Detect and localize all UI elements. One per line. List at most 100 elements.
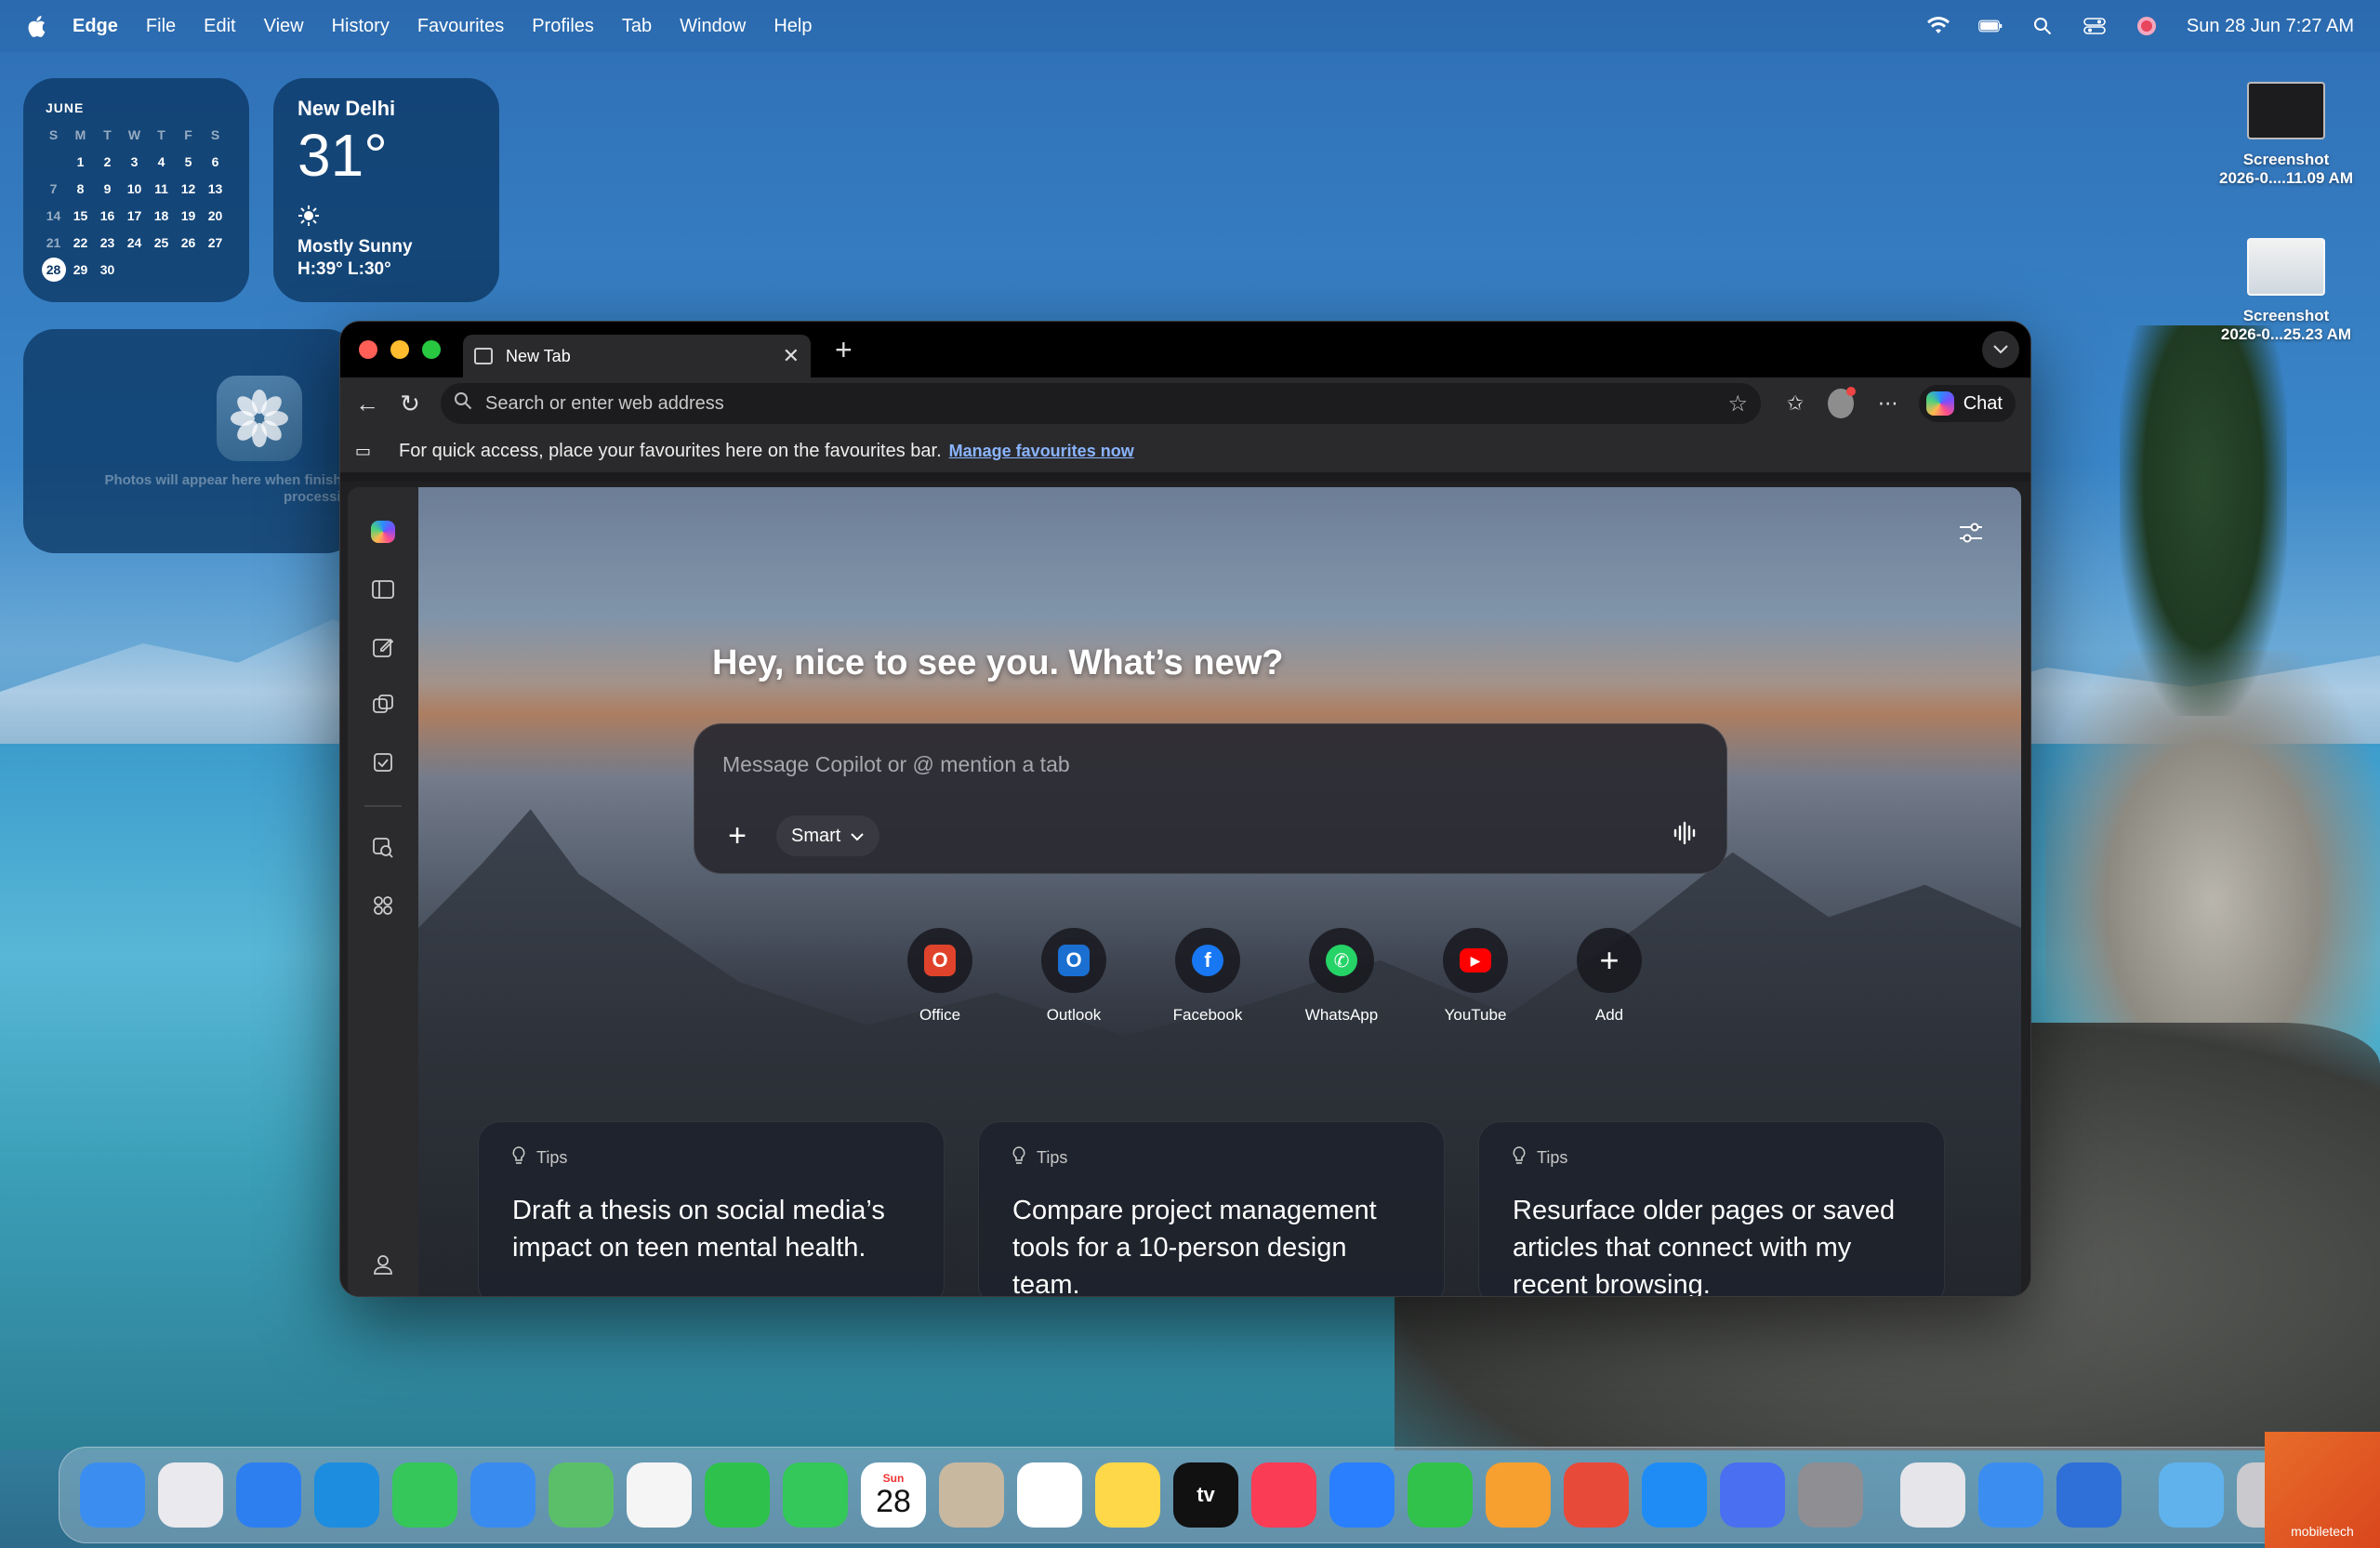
dock-preview-icon[interactable] [1900,1462,1965,1528]
more-options-icon[interactable]: ⋯ [1876,391,1900,416]
profile-avatar[interactable] [1828,387,1856,418]
menu-history[interactable]: History [332,16,390,37]
new-tab-button[interactable]: + [835,333,853,367]
add-attachment-plus-icon[interactable]: + [715,814,760,858]
back-arrow-icon[interactable]: ← [355,390,379,418]
desktop-file-screenshot-1[interactable]: Screenshot 2026-0....11.09 AM [2216,82,2356,188]
photos-widget[interactable]: Photos will appear here when finished pr… [23,329,358,553]
dock-facetime-icon[interactable] [705,1462,770,1528]
add-favourite-star-icon[interactable]: ☆ [1727,390,1748,417]
menu-view[interactable]: View [264,16,304,37]
maximize-window-button[interactable] [422,340,441,359]
quick-link-label: YouTube [1444,1006,1507,1024]
wifi-icon[interactable] [1926,16,1950,36]
dock-system-settings-icon[interactable] [1798,1462,1863,1528]
dock-reminders-icon[interactable] [1017,1462,1082,1528]
dock-music-icon[interactable] [1251,1462,1316,1528]
quick-link-whatsapp[interactable]: ✆ WhatsApp [1305,928,1378,1025]
composer-placeholder: Message Copilot or @ mention a tab [722,752,1070,776]
quick-link-facebook[interactable]: f Facebook [1173,928,1242,1025]
dock-finder-icon[interactable] [80,1462,145,1528]
tip-card[interactable]: Tips Draft a thesis on social media’s im… [478,1121,945,1296]
dock-keynote-icon[interactable] [1329,1462,1395,1528]
quick-link-add[interactable]: + Add [1577,928,1642,1025]
menu-datetime[interactable]: Sun 28 Jun 7:27 AM [2187,16,2354,37]
tab-actions-chevron-icon[interactable] [1982,331,2019,368]
quick-link-label: Outlook [1046,1006,1102,1024]
mode-selector-smart[interactable]: Smart [776,815,880,856]
dock-notes-icon[interactable] [1095,1462,1160,1528]
tip-card[interactable]: Tips Resurface older pages or saved arti… [1478,1121,1945,1296]
collections-icon[interactable] [366,688,400,721]
menu-window[interactable]: Window [680,16,746,37]
vertical-sidebar [348,487,418,1296]
account-icon[interactable] [366,1248,400,1281]
dock-apple-tv-icon[interactable]: tv [1173,1462,1238,1528]
menu-help[interactable]: Help [774,16,812,37]
quick-link-office[interactable]: O Office [907,928,972,1025]
spotlight-search-icon[interactable] [2030,16,2055,36]
menu-edit[interactable]: Edit [204,16,235,37]
dock-weather-icon[interactable] [1978,1462,2043,1528]
calendar-day [121,256,148,283]
dock-app-label: tv [1197,1483,1215,1506]
menu-tab[interactable]: Tab [622,16,652,37]
copilot-composer[interactable]: Message Copilot or @ mention a tab + Sma… [694,723,1727,874]
dock-calendar-icon[interactable]: Sun 28 [861,1462,926,1528]
dock-mail-icon[interactable] [470,1462,536,1528]
dock-launchpad-icon[interactable] [158,1462,223,1528]
dock-photos-icon[interactable] [627,1462,692,1528]
dock-contacts-icon[interactable] [939,1462,1004,1528]
calendar-day: 29 [73,261,88,277]
battery-icon[interactable] [1978,16,2003,36]
page-settings-sliders-icon[interactable] [1958,521,1984,551]
dock-simulator-icon[interactable] [1720,1462,1785,1528]
address-bar[interactable]: Search or enter web address ☆ [441,383,1761,424]
dock-migration-icon[interactable] [2056,1462,2122,1528]
dock-phone-icon[interactable] [783,1462,848,1528]
close-tab-icon[interactable]: ✕ [783,344,800,368]
quick-link-outlook[interactable]: O Outlook [1041,928,1106,1025]
calendar-widget[interactable]: JUNE S M T W T F S 1 2 3 4 5 6 7 8 9 10 … [23,78,249,302]
desktop-file-screenshot-2[interactable]: Screenshot 2026-0...25.23 AM [2216,238,2356,344]
calendar-day: 3 [130,153,139,169]
apple-menu-icon[interactable] [26,14,46,38]
dock-rocket-icon[interactable] [1564,1462,1629,1528]
file-thumbnail [2247,238,2325,296]
copilot-sidebar-icon[interactable] [366,515,400,549]
tasks-checkbox-icon[interactable] [366,746,400,779]
dock-app-store-icon[interactable] [1642,1462,1707,1528]
refresh-icon[interactable]: ↻ [398,390,422,418]
close-window-button[interactable] [359,340,377,359]
dock-numbers-icon[interactable] [1408,1462,1473,1528]
manage-favourites-link[interactable]: Manage favourites now [949,442,1134,461]
dock-edge-icon[interactable] [314,1462,379,1528]
favourites-icon[interactable]: ✩ [1783,391,1807,416]
dock-safari-icon[interactable] [236,1462,301,1528]
menu-file[interactable]: File [146,16,176,37]
voice-waveform-icon[interactable] [1673,821,1699,852]
calendar-day [175,256,202,283]
tip-card[interactable]: Tips Compare project management tools fo… [978,1121,1445,1296]
weather-widget[interactable]: New Delhi 31° Mostly Sunny H:39° L:30° [273,78,499,302]
vertical-tabs-icon[interactable] [366,573,400,606]
copilot-chat-button[interactable]: Chat [1918,385,2016,422]
apps-grid-icon[interactable] [366,889,400,922]
image-search-icon[interactable] [366,831,400,865]
menu-app-name[interactable]: Edge [73,16,118,37]
menu-profiles[interactable]: Profiles [532,16,594,37]
quick-link-youtube[interactable]: ▶ YouTube [1443,928,1508,1025]
dock-pages-icon[interactable] [1486,1462,1551,1528]
menu-favourites[interactable]: Favourites [417,16,504,37]
control-center-icon[interactable] [2082,16,2107,36]
calendar-day [40,148,67,175]
minimize-window-button[interactable] [390,340,409,359]
calendar-day: 27 [207,234,223,250]
dock-messages-icon[interactable] [392,1462,457,1528]
dock-downloads-folder-icon[interactable] [2159,1462,2224,1528]
dock-maps-icon[interactable] [549,1462,614,1528]
tab-new-tab[interactable]: New Tab ✕ [463,335,811,377]
compose-icon[interactable] [366,630,400,664]
address-placeholder: Search or enter web address [485,392,724,414]
siri-icon[interactable] [2135,16,2159,36]
